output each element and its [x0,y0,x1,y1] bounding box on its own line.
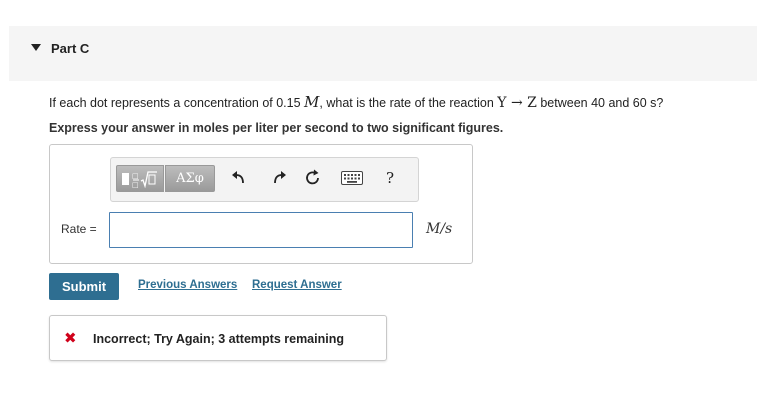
keyboard-icon[interactable] [339,167,365,189]
page: Part C If each dot represents a concentr… [0,0,757,402]
rate-input[interactable] [109,212,413,248]
sqrt-template-icon: □ □ [132,170,157,188]
toolbar-button-group: □ □ ΑΣφ [116,165,215,192]
greek-symbols-button[interactable]: ΑΣφ [165,165,215,192]
instruction-text: Express your answer in moles per liter p… [49,121,504,135]
request-answer-link[interactable]: Request Answer [252,279,342,291]
templates-sqrt-icon [122,172,129,185]
redo-icon[interactable] [268,167,290,189]
help-icon[interactable]: ? [379,167,401,189]
rate-label: Rate = [61,222,97,236]
question-unit-symbol: M [304,93,320,111]
svg-text:□: □ [132,172,139,180]
collapse-caret-icon[interactable] [31,44,41,51]
feedback-text: Incorrect; Try Again; 3 attempts remaini… [93,332,344,346]
question-middle: , what is the rate of the reaction [319,96,498,110]
svg-text:□: □ [132,181,139,188]
incorrect-x-icon: ✖ [64,330,77,347]
reset-icon[interactable] [302,167,324,189]
templates-button[interactable]: □ □ [116,165,164,192]
rate-unit: M/s [426,221,453,237]
question-prefix: If each dot represents a concentration o… [49,96,305,110]
undo-icon[interactable] [228,167,250,189]
question-text: If each dot represents a concentration o… [49,93,663,111]
feedback-box: ✖ Incorrect; Try Again; 3 attempts remai… [49,315,387,361]
submit-button[interactable]: Submit [49,273,119,300]
part-header[interactable]: Part C [9,26,757,81]
question-suffix: between 40 and 60 s? [536,96,664,110]
question-reaction: Y → Z [497,95,537,111]
part-title: Part C [51,41,90,56]
previous-answers-link[interactable]: Previous Answers [138,279,237,291]
